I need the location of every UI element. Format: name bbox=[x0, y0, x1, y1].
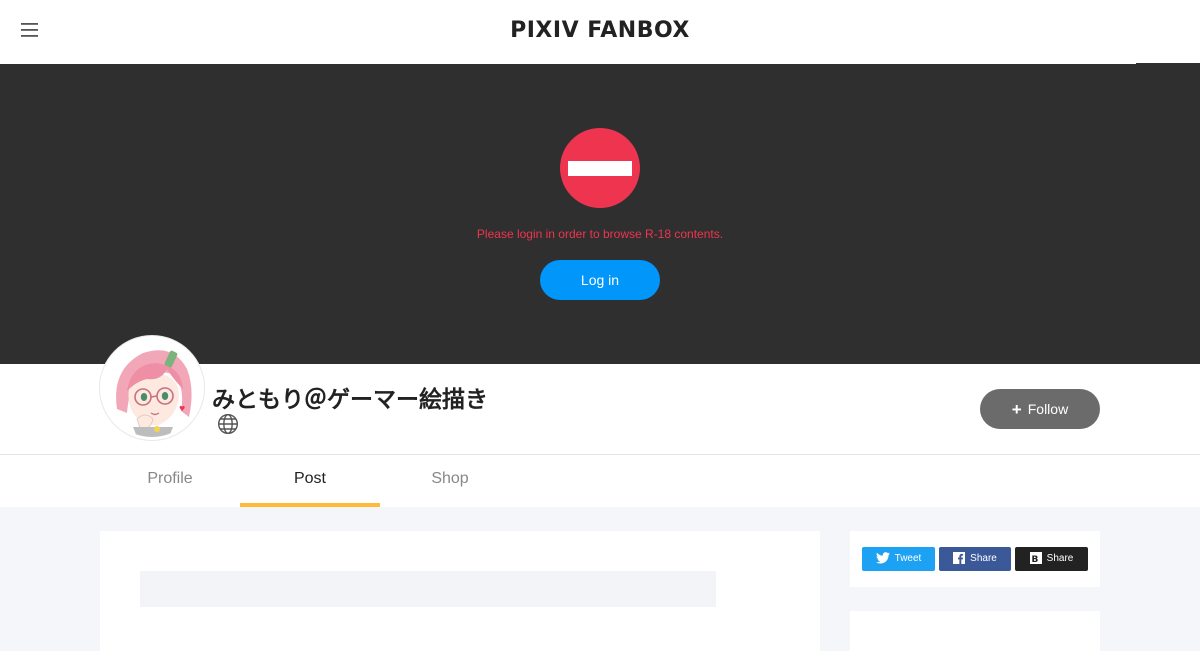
tab-profile[interactable]: Profile bbox=[100, 455, 240, 507]
creator-name: みともり＠ゲーマー絵描き bbox=[212, 387, 488, 413]
follow-button[interactable]: + Follow bbox=[980, 389, 1100, 429]
post-list-card bbox=[100, 531, 820, 651]
facebook-share-label: Share bbox=[970, 553, 997, 564]
top-header: PIXIV FANBOX bbox=[0, 0, 1200, 64]
twitter-bird-icon bbox=[875, 550, 890, 574]
tweet-button[interactable]: Tweet bbox=[862, 547, 935, 571]
svg-text:B: B bbox=[1031, 555, 1038, 564]
r18-gate-banner: Please login in order to browse R-18 con… bbox=[0, 64, 1200, 364]
creator-tabs: Profile Post Shop bbox=[0, 454, 1200, 507]
hatena-bookmark-icon: B bbox=[1029, 550, 1042, 574]
sidebar-card bbox=[850, 611, 1100, 651]
tweet-label: Tweet bbox=[894, 553, 922, 564]
r18-login-message: Please login in order to browse R-18 con… bbox=[476, 227, 724, 241]
hatena-share-label: Share bbox=[1046, 553, 1074, 564]
share-card: Tweet Share B Share bbox=[850, 531, 1100, 587]
plus-icon: + bbox=[1011, 400, 1022, 419]
globe-icon[interactable] bbox=[217, 413, 239, 435]
tab-shop[interactable]: Shop bbox=[380, 455, 520, 507]
svg-text:♥: ♥ bbox=[179, 405, 185, 413]
login-button[interactable]: Log in bbox=[540, 260, 660, 300]
fanbox-logo[interactable]: PIXIV FANBOX bbox=[0, 18, 1200, 43]
loading-placeholder bbox=[140, 571, 716, 607]
facebook-icon bbox=[953, 550, 966, 574]
hatena-share-button[interactable]: B Share bbox=[1015, 547, 1088, 571]
follow-label: Follow bbox=[1027, 401, 1069, 417]
no-entry-icon bbox=[560, 128, 640, 208]
creator-avatar[interactable]: ♥ bbox=[100, 336, 204, 440]
tab-post[interactable]: Post bbox=[240, 455, 380, 507]
facebook-share-button[interactable]: Share bbox=[939, 547, 1011, 571]
